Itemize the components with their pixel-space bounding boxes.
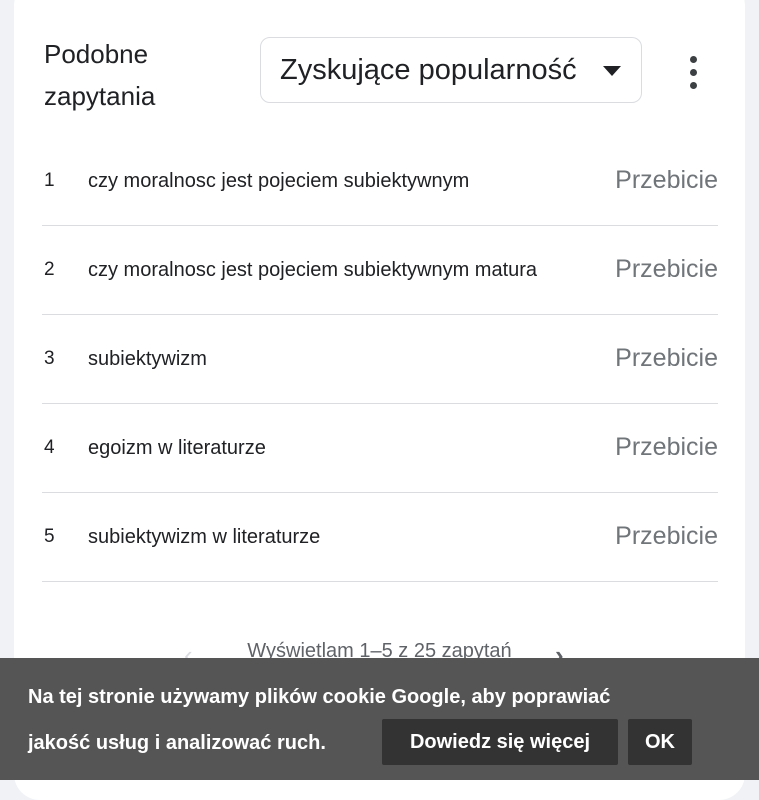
dropdown-selected-value: Zyskujące popularność <box>280 54 577 86</box>
query-text: subiektywizm <box>88 348 207 370</box>
query-row[interactable]: 4 egoizm w literaturze Przebicie <box>42 404 718 493</box>
query-value: Przebicie <box>615 522 718 550</box>
query-row[interactable]: 5 subiektywizm w literaturze Przebicie <box>42 493 718 582</box>
query-row[interactable]: 1 czy moralnosc jest pojeciem subiektywn… <box>42 137 718 226</box>
learn-more-button[interactable]: Dowiedz się więcej <box>382 719 618 765</box>
query-rank: 1 <box>44 170 55 191</box>
card-title-line1: Podobne <box>44 39 149 69</box>
query-text: czy moralnosc jest pojeciem subiektywnym… <box>88 259 538 281</box>
query-value: Przebicie <box>615 166 718 194</box>
card-title: Podobne zapytania <box>44 33 244 117</box>
cookie-banner: Na tej stronie używamy plików cookie Goo… <box>0 658 759 780</box>
query-row[interactable]: 3 subiektywizm Przebicie <box>42 315 718 404</box>
query-rank: 2 <box>44 259 55 280</box>
query-text: subiektywizm w literaturze <box>88 526 321 548</box>
query-value: Przebicie <box>615 344 718 372</box>
cookie-message-line2: jakość usług i analizować ruch. <box>28 732 326 754</box>
query-text: czy moralnosc jest pojeciem subiektywnym <box>88 170 470 192</box>
query-rank: 5 <box>44 526 55 547</box>
ok-button[interactable]: OK <box>628 719 692 765</box>
query-rank: 3 <box>44 348 55 369</box>
triangle-down-icon <box>603 66 621 76</box>
query-row[interactable]: 2 czy moralnosc jest pojeciem subiektywn… <box>42 226 718 315</box>
query-value: Przebicie <box>615 433 718 461</box>
query-list: 1 czy moralnosc jest pojeciem subiektywn… <box>42 137 718 582</box>
query-type-dropdown[interactable]: Zyskujące popularność <box>260 37 642 103</box>
query-rank: 4 <box>44 437 55 458</box>
cookie-message-line1: Na tej stronie używamy plików cookie Goo… <box>28 686 611 708</box>
card-title-line2: zapytania <box>44 81 156 111</box>
query-value: Przebicie <box>615 255 718 283</box>
more-options-button[interactable] <box>676 50 712 94</box>
query-text: egoizm w literaturze <box>88 437 266 459</box>
